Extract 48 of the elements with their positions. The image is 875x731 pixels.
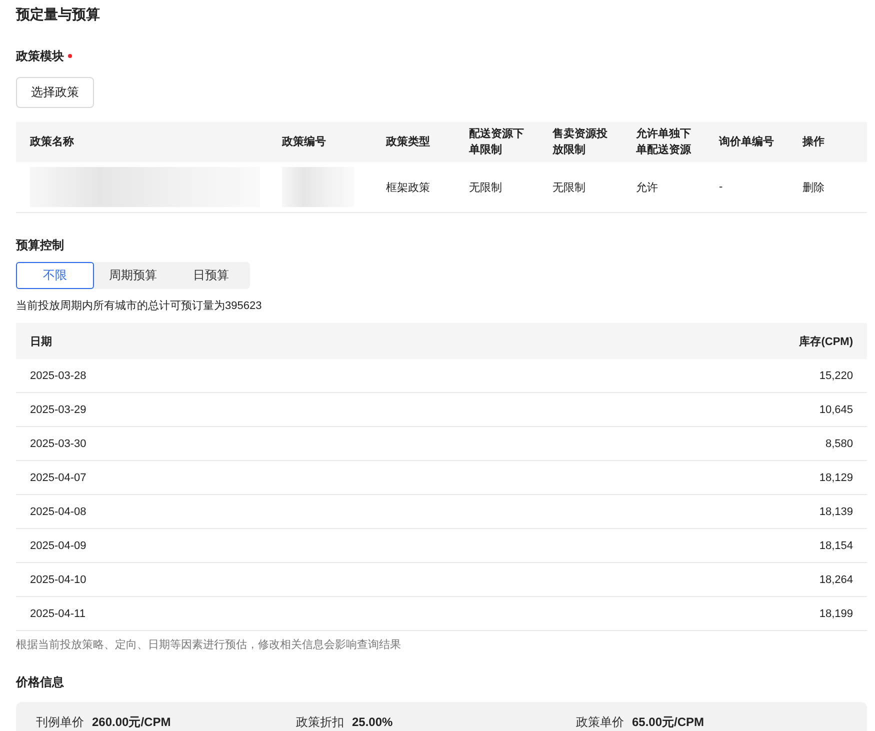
price-value: 25.00% <box>352 715 393 729</box>
stock-cell: 18,154 <box>819 540 853 552</box>
column-header: 配送资源下单限制 <box>469 128 524 156</box>
estimate-note: 根据当前投放策略、定向、日期等因素进行预估，修改相关信息会影响查询结果 <box>16 638 402 652</box>
date-cell: 2025-03-30 <box>30 438 86 450</box>
date-cell: 2025-04-08 <box>30 506 86 518</box>
price-value: 65.00元/CPM <box>632 714 704 731</box>
date-cell: 2025-03-28 <box>30 370 86 382</box>
column-header: 操作 <box>802 136 824 148</box>
budget-option[interactable]: 日预算 <box>172 262 250 289</box>
stock-cell: 8,580 <box>825 438 853 450</box>
price-value: 260.00元/CPM <box>92 714 171 731</box>
date-cell: 2025-04-09 <box>30 540 86 552</box>
table-cell: 无限制 <box>469 182 502 194</box>
stock-cell: 18,264 <box>819 574 853 586</box>
stock-cell: 18,199 <box>819 608 853 620</box>
budget-option[interactable]: 周期预算 <box>94 262 172 289</box>
column-header: 政策类型 <box>386 136 430 148</box>
date-cell: 2025-03-29 <box>30 404 86 416</box>
column-header: 政策名称 <box>30 136 74 148</box>
price-label: 政策折扣 <box>296 714 344 731</box>
column-header: 日期 <box>30 336 52 348</box>
table-cell: - <box>719 181 723 193</box>
column-header: 库存(CPM) <box>799 336 853 348</box>
table-cell: 框架政策 <box>386 182 430 194</box>
date-cell: 2025-04-10 <box>30 574 86 586</box>
stock-cell: 10,645 <box>819 404 853 416</box>
column-header: 售卖资源投放限制 <box>552 128 608 156</box>
table-cell: 无限制 <box>552 182 586 194</box>
delete-link[interactable]: 删除 <box>802 182 824 194</box>
stock-cell: 18,139 <box>819 506 853 518</box>
column-header: 允许单独下单配送资源 <box>636 128 691 156</box>
stock-cell: 18,129 <box>819 472 853 484</box>
page-title: 预定量与预算 <box>16 6 101 22</box>
column-header: 政策编号 <box>282 136 326 148</box>
select-policy-button[interactable]: 选择政策 <box>16 77 94 108</box>
price-label: 政策单价 <box>576 714 624 731</box>
stock-cell: 15,220 <box>819 370 853 382</box>
column-header: 询价单编号 <box>719 136 774 148</box>
section-title: 政策模块 <box>16 48 64 64</box>
date-cell: 2025-04-07 <box>30 472 86 484</box>
total-summary: 当前投放周期内所有城市的总计可预订量为395623 <box>16 299 263 313</box>
section-title: 价格信息 <box>16 674 64 690</box>
section-title: 预算控制 <box>16 237 64 253</box>
budget-option[interactable]: 不限 <box>16 262 94 289</box>
date-cell: 2025-04-11 <box>30 608 86 620</box>
table-cell: 允许 <box>636 182 658 194</box>
price-label: 刊例单价 <box>36 714 84 731</box>
